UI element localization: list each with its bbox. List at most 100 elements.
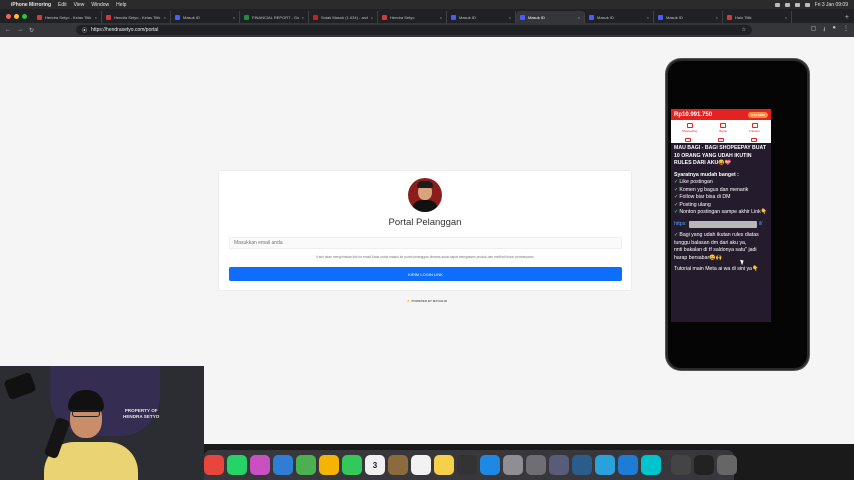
site-info-icon[interactable]: ⦿ <box>82 27 87 34</box>
tab-close-icon[interactable]: × <box>302 15 304 20</box>
rule-text: Posting ulang <box>679 201 711 208</box>
shortcut-icon <box>684 137 691 142</box>
browser-tab[interactable]: Hendra Setyo × <box>378 11 447 23</box>
link-prefix: https: <box>674 220 687 227</box>
tab-label: Masuk ID <box>459 14 476 20</box>
back-icon[interactable]: ← <box>5 27 11 33</box>
close-window-button[interactable] <box>6 14 11 19</box>
send-login-link-button[interactable]: KIRIM LOGIN LINK <box>229 267 622 281</box>
shortcut-bayar-label: Bayar <box>719 129 728 133</box>
login-card: Portal Pelanggan Kami akan mengirimkan l… <box>218 170 632 291</box>
iphone-mirroring-icon[interactable] <box>694 455 714 475</box>
shortcut-shopeepay: ShopeePay <box>682 123 697 133</box>
extensions-icon[interactable]: ▢ <box>811 25 817 35</box>
check-icon: ✓ <box>674 194 679 200</box>
notes-brown-icon[interactable] <box>388 455 408 475</box>
powered-by-text: POWERED BY MAYAR.ID <box>411 299 448 303</box>
rule-item: ✓Posting ulang <box>674 202 768 210</box>
canva-icon[interactable] <box>641 455 661 475</box>
shortcut-transfer-label: Transfer <box>749 129 761 133</box>
scan-icon <box>720 123 727 128</box>
tab-close-icon[interactable]: × <box>164 15 166 20</box>
maps-icon[interactable] <box>296 455 316 475</box>
bookmark-star-icon[interactable]: ☆ <box>742 27 746 33</box>
browser-tab[interactable]: FINANCIAL REPORT - Googl× <box>240 11 309 23</box>
tab-close-icon[interactable]: × <box>716 15 718 20</box>
shortcut-icon <box>717 137 724 142</box>
presenter-glasses <box>72 410 100 417</box>
redacted-link[interactable]: https: il/ <box>674 221 768 229</box>
tab-close-icon[interactable]: × <box>509 15 511 20</box>
login-note: Kami akan mengirimkan link ke email Anda… <box>316 255 534 259</box>
menu-help[interactable]: Help <box>116 2 126 8</box>
forward-icon[interactable]: → <box>17 27 23 33</box>
browser-tab[interactable]: Masuk ID × <box>171 11 240 23</box>
browser-tab[interactable]: Masuk ID × <box>585 11 654 23</box>
browser-tab[interactable]: Hendra Setyo - Kelas Titik × <box>102 11 171 23</box>
wallet-icon <box>686 123 693 128</box>
xcode-icon[interactable] <box>526 455 546 475</box>
browser-tab[interactable]: Sotak Masuk (1.034) - arch × <box>309 11 378 23</box>
control-center-icon[interactable] <box>804 2 810 7</box>
email-input[interactable] <box>229 237 622 249</box>
tab-favicon-icon <box>175 14 180 20</box>
reload-icon[interactable]: ↻ <box>29 27 34 34</box>
wifi-icon[interactable] <box>784 2 790 7</box>
tab-close-icon[interactable]: × <box>578 15 580 20</box>
minimize-window-button[interactable] <box>14 14 19 19</box>
browser-tab[interactable]: Masuk ID × <box>654 11 723 23</box>
tab-close-icon[interactable]: × <box>233 15 235 20</box>
search-icon[interactable] <box>794 2 800 7</box>
status-icon[interactable] <box>774 2 780 7</box>
trash-icon[interactable] <box>717 455 737 475</box>
shortcut-transfer: Transfer <box>749 123 760 133</box>
tab-favicon-icon <box>37 14 42 20</box>
address-bar[interactable]: ⦿ https://hendrasetyo.com/portal ☆ <box>76 25 753 35</box>
menubar-clock[interactable]: Fri 3 Jan 09:09 <box>815 2 848 8</box>
tab-close-icon[interactable]: × <box>647 15 649 20</box>
browser-tab[interactable]: Halo Titik × <box>723 11 792 23</box>
browser-tab[interactable]: Masuk ID × <box>516 11 585 23</box>
tab-favicon-icon <box>244 14 249 20</box>
menu-view[interactable]: View <box>74 2 85 8</box>
calculator-icon[interactable] <box>457 455 477 475</box>
mail-icon[interactable] <box>273 455 293 475</box>
macos-menu-bar: iPhone Mirroring Edit View Window Help F… <box>0 0 854 9</box>
menu-kebab-icon[interactable]: ⋮ <box>843 25 849 35</box>
phone-screen[interactable]: Rp10.991.750 8 CLAIMS ShopeePay Bayar Tr… <box>671 109 771 322</box>
menu-edit[interactable]: Edit <box>58 2 67 8</box>
iphone-mirroring-window[interactable]: Rp10.991.750 8 CLAIMS ShopeePay Bayar Tr… <box>666 59 809 370</box>
url-text[interactable]: https://hendrasetyo.com/portal <box>91 27 158 33</box>
tab-close-icon[interactable]: × <box>785 15 787 20</box>
flower-icon[interactable] <box>250 455 270 475</box>
shazam-icon[interactable] <box>618 455 638 475</box>
downloads-icon[interactable]: ⭳ <box>823 25 825 35</box>
rules-heading: Syaratnya mudah banget : <box>674 171 739 178</box>
telegram-icon[interactable] <box>595 455 615 475</box>
menu-app-name[interactable]: iPhone Mirroring <box>11 2 51 8</box>
quicktime-icon[interactable] <box>572 455 592 475</box>
games-icon[interactable] <box>549 455 569 475</box>
browser-tab[interactable]: Hendra Setyo - Kelas Titik × <box>33 11 102 23</box>
post-caption: MAU BAGI - BAGI SHOPEEPAY BUAT 10 ORANG … <box>671 143 771 276</box>
tab-close-icon[interactable]: × <box>95 15 97 20</box>
reminders-icon[interactable] <box>411 455 431 475</box>
browser-tab[interactable]: Masuk ID × <box>447 11 516 23</box>
whatsapp-icon[interactable] <box>227 455 247 475</box>
chrome-icon[interactable] <box>204 455 224 475</box>
tab-label: Hendra Setyo - Kelas Titik <box>45 14 92 20</box>
settings-icon[interactable] <box>503 455 523 475</box>
profile-icon[interactable]: ● <box>832 25 836 35</box>
rule-text: Nonton postingan sampe akhir Link👇 <box>679 209 768 215</box>
menu-window[interactable]: Window <box>91 2 109 8</box>
photos-icon[interactable] <box>319 455 339 475</box>
tab-close-icon[interactable]: × <box>440 15 442 20</box>
obs-icon[interactable] <box>671 455 691 475</box>
new-tab-button[interactable]: + <box>840 14 854 23</box>
calendar-icon[interactable]: 3 <box>365 455 385 475</box>
facetime-icon[interactable] <box>342 455 362 475</box>
app-store-icon[interactable] <box>480 455 500 475</box>
zoom-window-button[interactable] <box>22 14 27 19</box>
notes-icon[interactable] <box>434 455 454 475</box>
tab-close-icon[interactable]: × <box>371 15 373 20</box>
